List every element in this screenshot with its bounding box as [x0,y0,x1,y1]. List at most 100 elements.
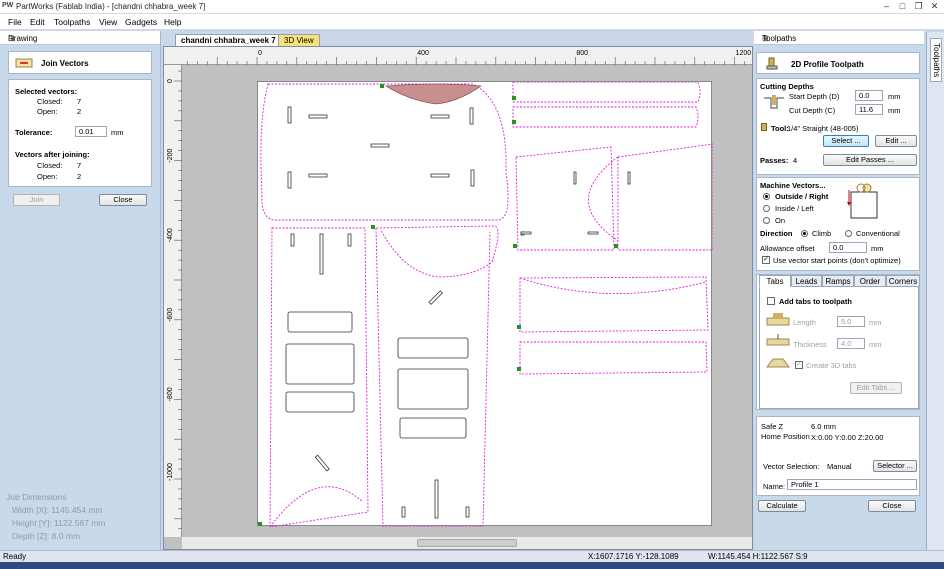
scrollbar-thumb[interactable] [417,539,517,547]
tab-document[interactable]: chandni chhabra_week 7 [175,34,282,46]
cut-depth-input[interactable]: 11.6 [855,104,883,115]
edit-tool-button[interactable]: Edit ... [875,135,917,147]
ruler-v-label: -600 [167,308,174,322]
bone [430,114,450,119]
after-open-value: 2 [77,172,82,181]
menu-view[interactable]: View [99,17,117,27]
edit-tabs-button[interactable]: Edit Tabs ... [850,382,902,394]
on-radio[interactable] [763,217,770,224]
bone [587,231,599,235]
pin-icon[interactable]: ⊞ [8,34,156,43]
toolpath-name-input[interactable]: Profile 1 [787,479,917,490]
climb-radio[interactable] [801,230,808,237]
join-vectors-icon [15,58,33,68]
minimize-icon[interactable]: – [880,1,893,12]
slot [287,171,292,189]
close-button[interactable]: Close [99,194,147,206]
cut-depth-icon [764,95,784,109]
select-tool-button[interactable]: Select ... [823,135,869,147]
horizontal-ruler: 0 400 800 1200 [164,47,752,65]
close-icon[interactable]: ✕ [928,1,941,12]
vector-strip-1 [512,81,701,103]
tolerance-label: Tolerance: [15,128,53,137]
restore-icon[interactable]: ❐ [912,1,925,12]
status-ready: Ready [3,552,27,561]
menu-gadgets[interactable]: Gadgets [125,17,157,27]
start-depth-input[interactable]: 0.0 [855,90,883,101]
join-vectors-form: Selected vectors: Closed: 7 Open: 2 Tole… [8,79,152,187]
subtab-order[interactable]: Order [854,275,886,287]
pin-icon[interactable]: ⊞ [762,34,920,43]
cutting-depths-section: Cutting Depths Start Depth (D) 0.0 mm Cu… [756,78,920,175]
tabs-section: Tabs Leads Ramps Order Corners Add tabs … [756,274,920,410]
slot [465,506,470,518]
subtab-ramps[interactable]: Ramps [822,275,854,287]
subtab-corners[interactable]: Corners [886,275,920,287]
safez-value: 6.0 mm [811,422,837,431]
window-title: PartWorks (Fablab India) - [chandni chha… [16,2,206,11]
create-3d-tabs-checkbox[interactable]: ✓ [795,361,803,369]
menu-help[interactable]: Help [164,17,181,27]
vector-selection-label: Vector Selection: [763,462,820,471]
start-node [517,367,521,371]
vector-drawing[interactable] [258,81,714,528]
length-unit: mm [869,318,882,327]
slot [287,106,292,124]
allowance-input[interactable]: 0.0 [829,242,867,253]
outside-radio[interactable] [763,193,770,200]
after-closed-label: Closed: [37,161,63,170]
start-node [258,522,262,526]
rectangle-cutout [285,391,355,413]
length-label: Length [793,318,816,327]
tab-3d-view[interactable]: 3D View [278,34,320,46]
add-tabs-label: Add tabs to toolpath [779,297,852,306]
subtab-tabs[interactable]: Tabs [759,275,791,287]
slot [290,233,295,247]
toolpaths-side-tab[interactable]: Toolpaths [926,32,944,550]
calculate-button[interactable]: Calculate [758,500,806,512]
menu-bar: File Edit Toolpaths View Gadgets Help [0,14,944,30]
start-depth-label: Start Depth (D) [789,92,840,101]
rectangle-cutout [285,343,355,385]
material-sheet[interactable] [257,81,714,528]
start-points-checkbox[interactable]: ✓ [762,256,770,264]
add-tabs-checkbox[interactable] [767,297,775,305]
conventional-radio[interactable] [845,230,852,237]
vertical-ruler: 0 -200 -400 -600 -800 -1000 [164,65,182,537]
edit-passes-button[interactable]: Edit Passes ... [823,154,917,166]
menu-toolpaths[interactable]: Toolpaths [54,17,90,27]
drawing-panel: Drawing ⊞ Join Vectors Selected vectors:… [0,31,161,550]
machine-vectors-label: Machine Vectors... [760,181,826,190]
app-logo: PW [2,2,14,9]
length-input[interactable]: 5.0 [837,316,865,327]
subtab-leads[interactable]: Leads [791,275,822,287]
drawing-canvas[interactable]: 0 400 800 1200 0 -200 -400 -600 -800 -1000 [163,46,753,550]
tab-length-icon [766,313,790,326]
ruler-h-label: 1200 [736,50,752,57]
menu-edit[interactable]: Edit [30,17,45,27]
bone [314,454,330,472]
menu-file[interactable]: File [8,17,22,27]
cutting-depths-label: Cutting Depths [760,82,814,91]
vector-top-left [260,83,509,221]
tool-value: 1/4" Straight (48-005) [787,124,859,133]
bone [308,114,328,119]
summary-section: Safe Z 6.0 mm Home Position X:0.00 Y:0.0… [756,416,920,496]
toolpath-close-button[interactable]: Close [868,500,916,512]
passes-label: Passes: [760,156,789,165]
join-button[interactable]: Join [13,194,60,206]
thickness-input[interactable]: 4.0 [837,338,865,349]
selector-button[interactable]: Selector ... [873,460,917,472]
ruler-v-label: -400 [167,228,174,242]
maximize-icon[interactable]: □ [896,1,909,12]
horizontal-scrollbar[interactable] [182,537,752,549]
tolerance-input[interactable]: 0.01 [75,126,107,137]
create-3d-tabs-label: Create 3D tabs [806,361,857,370]
slot [573,171,577,185]
bone [308,173,328,178]
toolpaths-side-tab-label: Toolpaths [930,38,942,82]
document-tabs: chandni chhabra_week 7 3D View [163,31,753,46]
inside-radio[interactable] [763,205,770,212]
tolerance-unit: mm [111,128,124,137]
start-node [517,325,521,329]
